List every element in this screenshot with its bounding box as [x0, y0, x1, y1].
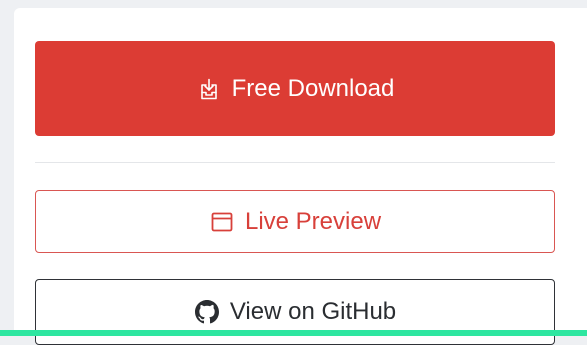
divider: [35, 162, 555, 163]
live-preview-button[interactable]: Live Preview: [35, 190, 555, 253]
live-preview-label: Live Preview: [244, 207, 382, 235]
free-download-button[interactable]: Free Download: [35, 41, 555, 136]
download-icon: [196, 76, 222, 102]
browser-window-icon: [209, 209, 235, 235]
view-on-github-label: View on GitHub: [229, 298, 397, 325]
accent-bar: [0, 330, 587, 336]
github-icon: [194, 299, 220, 325]
download-card: Free Download Live Preview View on GitHu…: [14, 8, 587, 345]
free-download-label: Free Download: [231, 74, 395, 102]
